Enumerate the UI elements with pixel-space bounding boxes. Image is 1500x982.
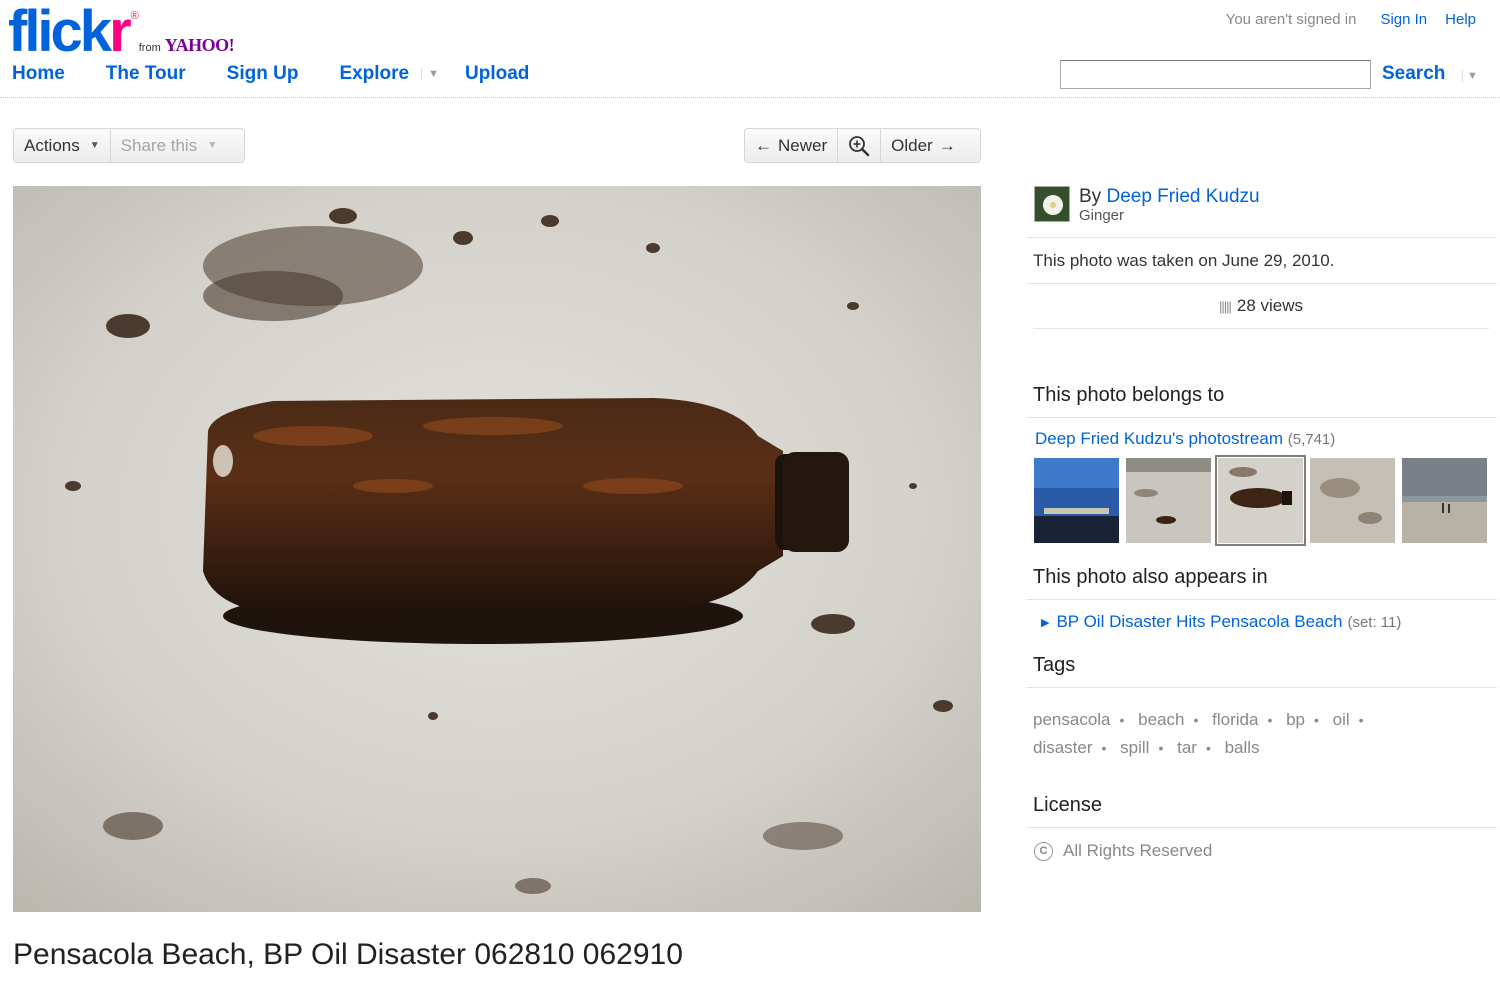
tag-balls[interactable]: balls bbox=[1225, 738, 1260, 757]
tag-separator: • bbox=[1193, 712, 1199, 728]
thumb-oil-bottle bbox=[1218, 458, 1303, 543]
logo-wordmark: flickr bbox=[8, 3, 132, 61]
license-heading: License bbox=[1027, 762, 1497, 828]
flickr-logo[interactable]: flickr ® from YAHOO! bbox=[8, 3, 235, 61]
photo-sidebar: By Deep Fried Kudzu Ginger This photo wa… bbox=[1027, 180, 1497, 861]
thumbnail-3-current[interactable] bbox=[1215, 455, 1306, 546]
thumb-night-beach bbox=[1034, 458, 1119, 543]
tag-separator: • bbox=[1101, 740, 1107, 756]
tag-bp[interactable]: bp bbox=[1286, 710, 1305, 729]
thumb-tar-sand bbox=[1310, 458, 1395, 543]
thumb-sand-bottle bbox=[1126, 458, 1211, 543]
nav-the-tour[interactable]: The Tour bbox=[106, 63, 186, 85]
chevron-down-icon: ▼ bbox=[207, 140, 218, 151]
tag-beach[interactable]: beach bbox=[1138, 710, 1184, 729]
arrow-right-icon: → bbox=[938, 135, 956, 155]
photostream-row: Deep Fried Kudzu's photostream (5,741) bbox=[1027, 429, 1497, 449]
logo-word-blue: flick bbox=[8, 0, 112, 64]
sign-in-link[interactable]: Sign In bbox=[1380, 11, 1427, 28]
logo-from: from bbox=[138, 42, 161, 54]
tag-pensacola[interactable]: pensacola bbox=[1033, 710, 1111, 729]
tag-disaster[interactable]: disaster bbox=[1033, 738, 1093, 757]
license-link[interactable]: All Rights Reserved bbox=[1063, 841, 1212, 861]
tag-separator: • bbox=[1314, 712, 1319, 728]
avatar-flower-icon bbox=[1035, 187, 1069, 221]
nav-explore-group: Explore ▼ bbox=[339, 63, 439, 85]
also-appears-heading: This photo also appears in bbox=[1027, 543, 1497, 600]
newer-button[interactable]: ← Newer bbox=[745, 129, 837, 162]
nav-upload[interactable]: Upload bbox=[465, 63, 529, 85]
photo-title: Pensacola Beach, BP Oil Disaster 062810 … bbox=[13, 938, 683, 971]
signin-status: You aren't signed in bbox=[1225, 11, 1357, 28]
nav-home[interactable]: Home bbox=[12, 63, 65, 85]
photostream-thumbnails bbox=[1027, 455, 1497, 546]
photo-navigation-toolbar: ← Newer Older → bbox=[744, 128, 981, 163]
tag-separator: • bbox=[1358, 712, 1364, 728]
tag-separator: • bbox=[1158, 740, 1164, 756]
tag-florida[interactable]: florida bbox=[1212, 710, 1258, 729]
thumbnail-4[interactable] bbox=[1310, 458, 1395, 543]
stats-bars-icon: ||||| bbox=[1218, 298, 1232, 314]
set-meta: (set: 11) bbox=[1347, 613, 1402, 631]
photo-actions-toolbar: Actions ▼ Share this ▼ bbox=[13, 128, 245, 163]
user-bar: You aren't signed in Sign In Help bbox=[1226, 11, 1476, 28]
owner-by-label: By bbox=[1079, 186, 1102, 207]
tag-tar[interactable]: tar bbox=[1177, 738, 1197, 757]
logo-word-pink: r bbox=[109, 0, 132, 64]
help-link[interactable]: Help bbox=[1445, 11, 1476, 28]
thumbnail-1[interactable] bbox=[1034, 458, 1119, 543]
search-options-dropdown-icon[interactable]: ▼ bbox=[1462, 70, 1478, 82]
tags-heading: Tags bbox=[1027, 632, 1497, 688]
tag-oil[interactable]: oil bbox=[1333, 710, 1350, 729]
search-input[interactable] bbox=[1060, 60, 1371, 89]
set-link[interactable]: BP Oil Disaster Hits Pensacola Beach bbox=[1056, 612, 1342, 632]
photo-oil-bottle-on-sand bbox=[13, 186, 981, 912]
main-photo[interactable] bbox=[13, 186, 981, 912]
owner-avatar[interactable] bbox=[1034, 186, 1070, 222]
chevron-down-icon: ▼ bbox=[89, 140, 100, 151]
photostream-link[interactable]: Deep Fried Kudzu's photostream bbox=[1035, 429, 1283, 448]
owner-block: By Deep Fried Kudzu Ginger bbox=[1027, 180, 1497, 238]
belongs-heading: This photo belongs to bbox=[1027, 329, 1497, 418]
explore-dropdown-icon[interactable]: ▼ bbox=[421, 68, 439, 80]
share-label: Share this bbox=[120, 135, 198, 155]
view-count: ||||| 28 views bbox=[1033, 284, 1489, 329]
views-label: 28 views bbox=[1236, 296, 1304, 315]
set-row: ▶ BP Oil Disaster Hits Pensacola Beach (… bbox=[1027, 612, 1497, 632]
newer-label: Newer bbox=[778, 135, 828, 155]
tag-separator: • bbox=[1205, 740, 1211, 756]
logo-registered: ® bbox=[130, 10, 139, 22]
date-taken: This photo was taken on June 29, 2010. bbox=[1027, 238, 1497, 284]
owner-name-link[interactable]: Deep Fried Kudzu bbox=[1106, 186, 1259, 207]
search-button[interactable]: Search bbox=[1382, 63, 1445, 85]
tag-list: pensacola • beach • florida • bp • oil • disa… bbox=[1027, 706, 1467, 762]
zoom-button[interactable] bbox=[837, 129, 880, 162]
nav-sign-up[interactable]: Sign Up bbox=[227, 63, 299, 85]
share-this-button[interactable]: Share this ▼ bbox=[109, 129, 227, 162]
tag-spill[interactable]: spill bbox=[1120, 738, 1149, 757]
older-label: Older bbox=[891, 135, 933, 155]
actions-label: Actions bbox=[24, 135, 80, 155]
arrow-left-icon: ← bbox=[755, 135, 772, 155]
actions-button[interactable]: Actions ▼ bbox=[14, 129, 110, 162]
photostream-count: (5,741) bbox=[1287, 431, 1336, 448]
thumb-beach-walkers bbox=[1402, 458, 1487, 543]
nav-explore[interactable]: Explore bbox=[339, 63, 409, 85]
license-row: C All Rights Reserved bbox=[1027, 841, 1497, 861]
site-header: flickr ® from YAHOO! Home The Tour Sign … bbox=[0, 0, 1500, 98]
tag-separator: • bbox=[1267, 712, 1273, 728]
triangle-right-icon[interactable]: ▶ bbox=[1041, 616, 1049, 629]
older-button[interactable]: Older → bbox=[880, 129, 966, 162]
thumbnail-5[interactable] bbox=[1402, 458, 1487, 543]
zoom-in-icon bbox=[849, 135, 870, 156]
yahoo-logo: YAHOO! bbox=[164, 35, 235, 55]
owner-byline: By Deep Fried Kudzu bbox=[1079, 186, 1260, 208]
main-nav: Home The Tour Sign Up Explore ▼ Upload bbox=[12, 63, 570, 85]
tag-separator: • bbox=[1119, 712, 1125, 728]
copyright-icon: C bbox=[1034, 841, 1053, 861]
owner-real-name: Ginger bbox=[1079, 207, 1125, 224]
thumbnail-2[interactable] bbox=[1126, 458, 1211, 543]
